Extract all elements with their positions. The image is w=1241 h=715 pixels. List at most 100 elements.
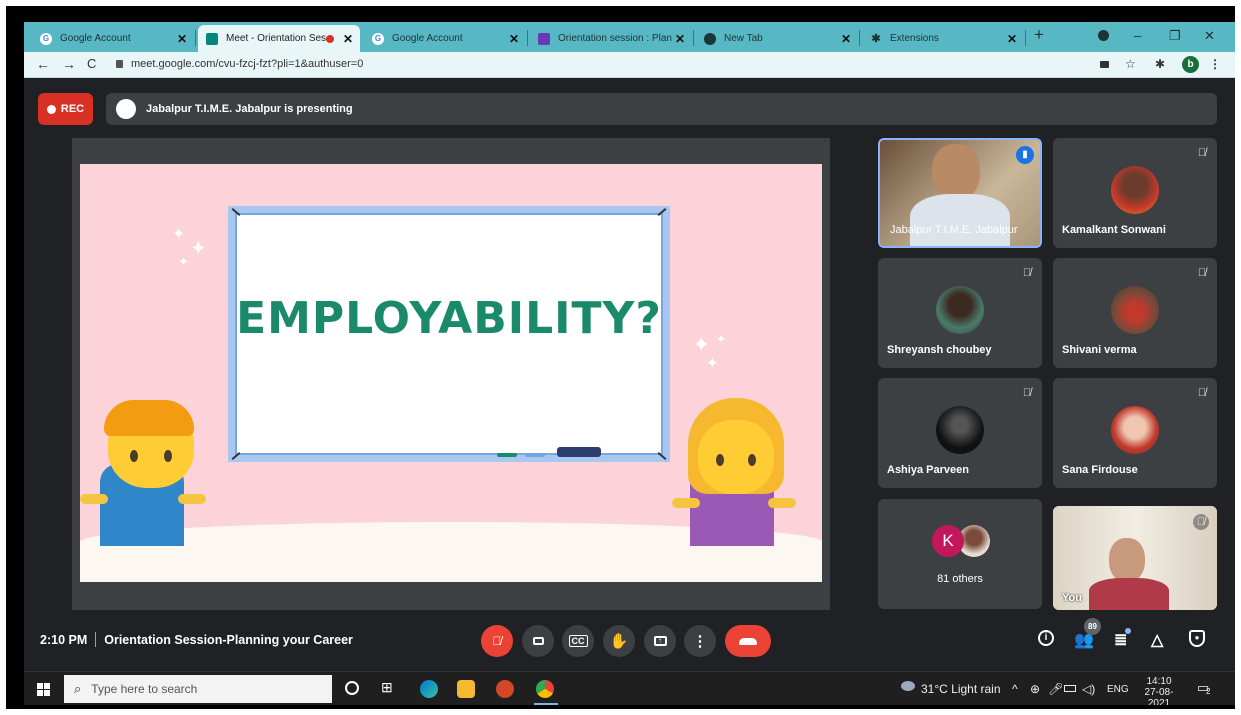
restore-button[interactable]: ❐ (1169, 28, 1181, 44)
meeting-info: 2:10 PM Orientation Session-Planning your… (40, 632, 353, 647)
clock-date: 27-08-2021 (1144, 687, 1174, 705)
whiteboard: EMPLOYABILITY? (228, 206, 670, 462)
participant-name: Sana Firdouse (1062, 464, 1138, 476)
network-icon[interactable]: ⊕ (1030, 682, 1040, 696)
close-icon[interactable]: ✕ (672, 32, 688, 46)
extensions-icon[interactable]: ✱ (1155, 57, 1165, 71)
back-button[interactable]: ← (36, 56, 50, 72)
edge-icon[interactable] (420, 680, 438, 698)
participant-name: Shreyansh choubey (887, 344, 992, 356)
participant-tile[interactable]: 🎙̸ Sana Firdouse (1053, 378, 1217, 488)
url-field[interactable]: meet.google.com/cvu-fzcj-fzt?pli=1&authu… (116, 58, 363, 70)
meeting-time: 2:10 PM (40, 633, 88, 647)
marker-blue (525, 453, 545, 457)
clock[interactable]: 14:10 27-08-2021 (1134, 676, 1184, 705)
present-now-button[interactable]: ↑ (644, 625, 676, 657)
new-tab-button[interactable]: + (1034, 25, 1044, 45)
captions-button[interactable]: CC (562, 625, 594, 657)
self-outfit (1089, 578, 1169, 610)
hand-icon: ✋ (609, 633, 629, 650)
tab-google-account-2[interactable]: G Google Account ✕ (364, 25, 526, 52)
tab-orientation-form[interactable]: Orientation session : Planni ✕ (530, 25, 692, 52)
profile-avatar[interactable]: b (1182, 56, 1199, 73)
leave-call-button[interactable] (725, 625, 771, 657)
host-controls-button[interactable]: ● (1189, 630, 1205, 647)
chat-button[interactable]: ≣ (1114, 628, 1131, 650)
chevron-up-icon[interactable]: ^ (1012, 682, 1018, 696)
language-indicator[interactable]: ENG (1107, 684, 1129, 695)
chrome-icon[interactable] (536, 680, 554, 698)
avatar: K (932, 525, 964, 557)
battery-icon[interactable] (1064, 685, 1076, 692)
tab-meet[interactable]: Meet - Orientation Ses ✕ (198, 25, 360, 52)
mic-off-icon: 🎙̸ (1193, 514, 1209, 530)
notification-center-icon[interactable]: ▭ 2 (1197, 680, 1211, 696)
people-button[interactable]: 👥 89 (1074, 618, 1101, 650)
reload-button[interactable]: C (87, 56, 96, 71)
search-placeholder: Type here to search (91, 682, 198, 696)
participant-name: Jabalpur T.I.M.E. Jabalpur (890, 224, 1018, 236)
volume-icon[interactable]: ◁) (1082, 682, 1095, 696)
participant-tile-others[interactable]: K 81 others (878, 499, 1042, 609)
google-g-icon: G (40, 32, 52, 45)
minimize-button[interactable]: – (1134, 28, 1141, 43)
forward-button[interactable]: → (62, 56, 76, 72)
weather-text[interactable]: 31°C Light rain (921, 682, 1001, 696)
tab-google-account-1[interactable]: G Google Account ✕ (32, 25, 194, 52)
meet-icon (206, 32, 218, 45)
present-screen-icon: ↑ (653, 636, 667, 646)
raise-hand-button[interactable]: ✋ (603, 625, 635, 657)
powerpoint-icon[interactable] (496, 680, 514, 698)
participant-tile[interactable]: 🎙̸ Ashiya Parveen (878, 378, 1042, 488)
more-options-button[interactable]: ⋮ (684, 625, 716, 657)
divider (95, 632, 97, 647)
taskbar-search[interactable]: ⌕ Type here to search (64, 675, 332, 703)
participant-name: Shivani verma (1062, 344, 1137, 356)
camera-icon[interactable] (1100, 61, 1109, 68)
notification-count: 2 (1206, 687, 1211, 696)
tab-search-icon[interactable] (1098, 30, 1109, 41)
avatar (1111, 166, 1159, 214)
browser-menu-icon[interactable]: ⋮ (1209, 57, 1221, 71)
bookmark-star-icon[interactable]: ☆ (1125, 57, 1136, 71)
close-icon[interactable]: ✕ (174, 32, 190, 46)
activities-button[interactable]: △ (1151, 630, 1163, 650)
forms-icon (538, 32, 550, 45)
board-eraser (557, 447, 601, 457)
close-icon[interactable]: ✕ (1004, 32, 1020, 46)
tab-new-tab[interactable]: New Tab ✕ (696, 25, 858, 52)
camera-toggle-button[interactable] (522, 625, 554, 657)
participant-tile[interactable]: 🎙̸ Shreyansh choubey (878, 258, 1042, 368)
close-icon[interactable]: ✕ (838, 32, 854, 46)
task-view-icon[interactable]: ⊞ (381, 679, 393, 696)
google-g-icon: G (372, 32, 384, 45)
self-face (1109, 538, 1145, 582)
participant-tile-self[interactable]: 🎙̸ You (1053, 506, 1217, 610)
meeting-details-button[interactable]: i (1038, 630, 1054, 646)
browser-tab-bar: G Google Account ✕ Meet - Orientation Se… (24, 22, 1235, 52)
close-window-button[interactable]: ✕ (1204, 28, 1215, 44)
active-app-indicator (534, 703, 558, 705)
presenting-text: Jabalpur T.I.M.E. Jabalpur is presenting (146, 103, 353, 115)
cortana-icon[interactable] (345, 681, 359, 695)
url-text: meet.google.com/cvu-fzcj-fzt?pli=1&authu… (131, 58, 364, 70)
meeting-title: Orientation Session-Planning your Career (104, 633, 353, 647)
recording-dot-icon (326, 34, 334, 43)
participant-tile[interactable]: 🎙̸ Kamalkant Sonwani (1053, 138, 1217, 248)
tab-extensions[interactable]: ✱ Extensions ✕ (862, 25, 1024, 52)
close-icon[interactable]: ✕ (340, 32, 356, 46)
file-explorer-icon[interactable] (457, 680, 475, 698)
marker-green (497, 453, 517, 457)
mic-toggle-button[interactable]: 🎙̸ (481, 625, 513, 657)
rec-badge: REC (38, 93, 93, 125)
camera-icon (532, 637, 544, 645)
participant-tile-presenter[interactable]: ▮ Jabalpur T.I.M.E. Jabalpur (878, 138, 1042, 248)
activities-icon: △ (1151, 632, 1164, 649)
close-icon[interactable]: ✕ (506, 32, 522, 46)
slide-title: EMPLOYABILITY? (236, 293, 662, 344)
participant-tile[interactable]: 🎙̸ Shivani verma (1053, 258, 1217, 368)
chat-unread-dot (1125, 628, 1131, 634)
windows-start-button[interactable] (37, 683, 50, 696)
closed-captions-icon: CC (568, 635, 588, 647)
clock-time: 14:10 (1146, 676, 1172, 687)
